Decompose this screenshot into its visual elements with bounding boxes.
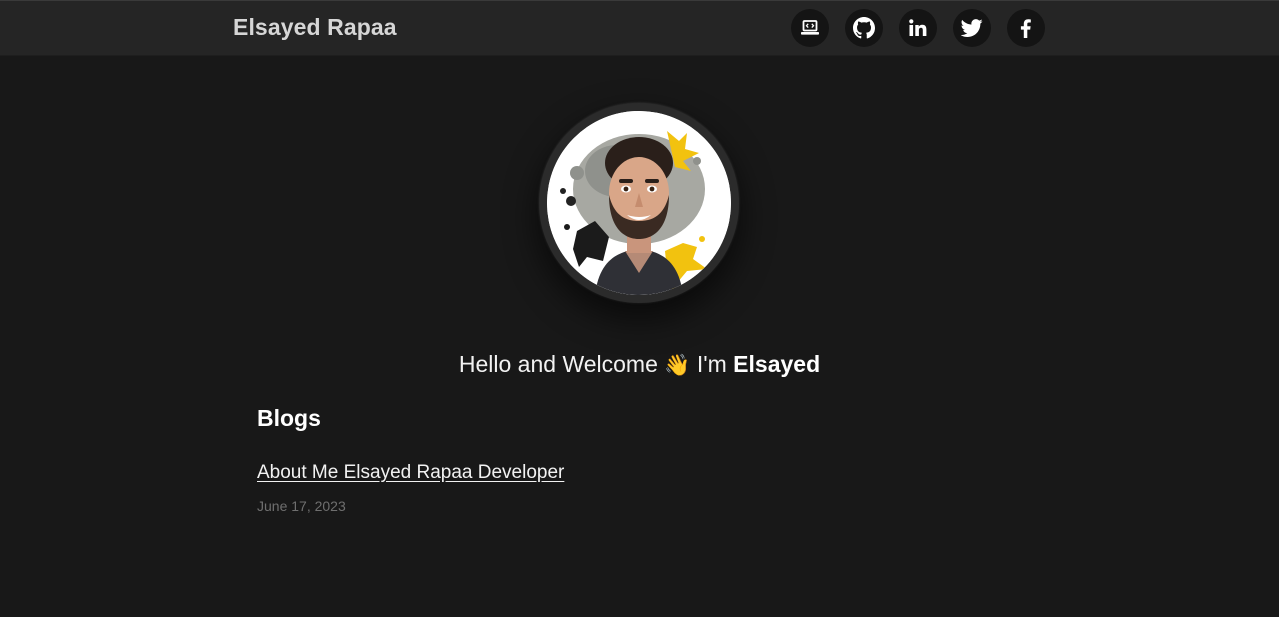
blogs-heading: Blogs [257,405,321,431]
blog-post-link[interactable]: About Me Elsayed Rapaa Developer [257,462,564,484]
avatar-portrait [547,111,731,295]
linkedin-link[interactable] [899,9,937,47]
portfolio-link[interactable] [791,9,829,47]
blog-post-date: June 17, 2023 [257,498,346,514]
twitter-link[interactable] [953,9,991,47]
laptop-code-icon [800,18,820,38]
greeting-text: Hello and Welcome [458,351,658,377]
profile-avatar [539,103,739,303]
intro-text: I'm [696,351,727,377]
author-name: Elsayed [733,351,821,377]
linkedin-icon [908,18,928,38]
navbar: Elsayed Rapaa [0,1,1279,56]
welcome-message: Hello and Welcome 👋 I'm Elsayed [0,351,1279,378]
github-icon [853,17,875,39]
site-title-link[interactable]: Elsayed Rapaa [233,14,397,41]
facebook-icon [1016,18,1036,38]
waving-hand-icon: 👋 [664,353,691,377]
facebook-link[interactable] [1007,9,1045,47]
twitter-icon [961,17,983,39]
github-link[interactable] [845,9,883,47]
